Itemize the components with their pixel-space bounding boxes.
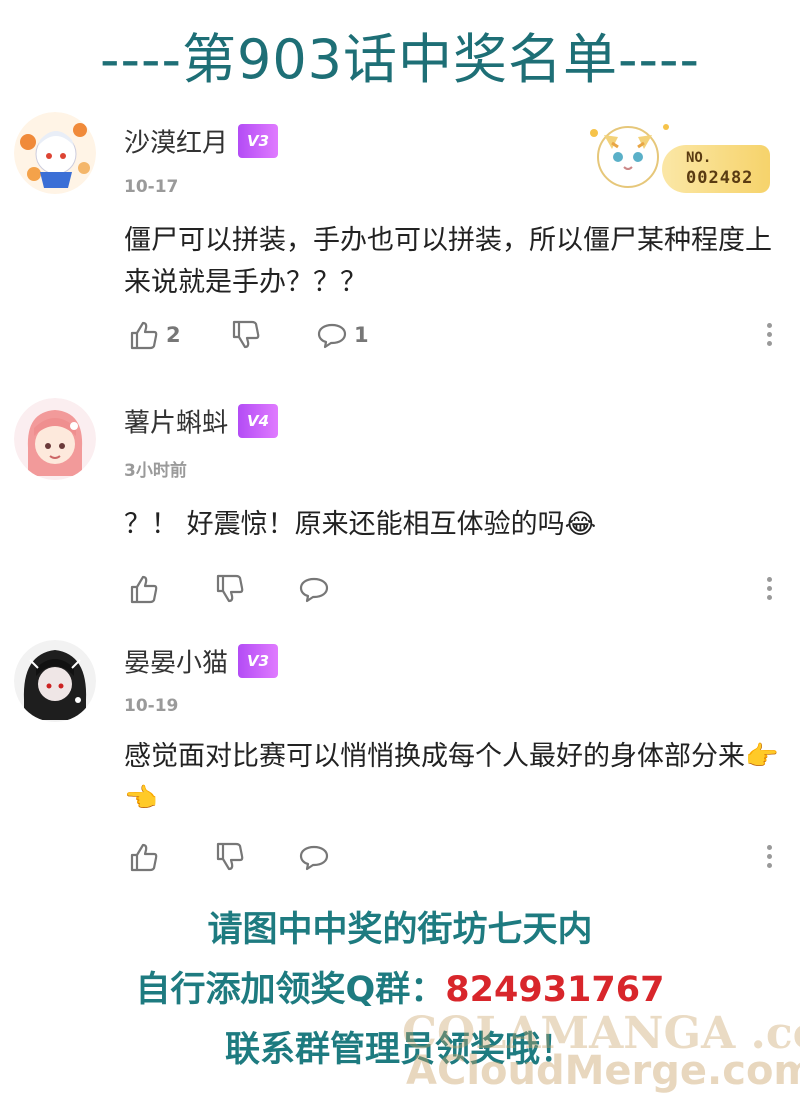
dislike-button[interactable] <box>214 572 246 606</box>
comment-bubble-icon <box>299 845 329 871</box>
avatar[interactable] <box>14 112 96 194</box>
comment-bubble-icon <box>317 323 347 349</box>
thumbs-up-icon <box>130 575 158 604</box>
comment-text: ？！ 好震惊！原来还能相互体验的吗😂 <box>124 509 597 540</box>
username-text[interactable]: 薯片蝌蚪 <box>124 409 228 439</box>
thumbs-down-icon <box>232 320 260 349</box>
watermark-acloudmerge: ACloudMerge.com <box>406 1048 800 1094</box>
more-options-icon[interactable] <box>762 320 776 350</box>
reply-button[interactable] <box>298 840 336 874</box>
thumbs-up-icon <box>130 843 158 872</box>
reply-count: 1 <box>354 323 369 347</box>
like-count: 2 <box>166 323 181 347</box>
avatar-image-icon <box>14 640 96 722</box>
username-text[interactable]: 晏晏小猫 <box>124 649 228 679</box>
reply-button[interactable]: 1 <box>316 318 369 352</box>
level-badge: V4 <box>238 404 279 438</box>
comment-bubble-icon <box>299 577 329 603</box>
page-title: ----第903话中奖名单---- <box>100 28 700 91</box>
thumbs-up-icon <box>130 321 158 350</box>
footer-line-2-prefix: 自行添加领奖Q群： <box>135 970 446 1010</box>
comment-date: 10-19 <box>124 696 179 716</box>
comment-text: 僵尸可以拼装，手办也可以拼装，所以僵尸某种程度上来说就是手办？？？ <box>124 225 772 298</box>
thumbs-down-icon <box>216 574 244 603</box>
level-badge: V3 <box>238 644 279 678</box>
dislike-button[interactable] <box>230 318 262 352</box>
username[interactable]: 沙漠红月 V3 <box>124 124 279 161</box>
dislike-button[interactable] <box>214 840 246 874</box>
fan-badge-number: 002482 <box>686 168 754 188</box>
tiger-mascot-icon <box>590 124 669 188</box>
fan-badge[interactable]: NO. 002482 <box>582 113 772 195</box>
comment-date: 10-17 <box>124 177 179 197</box>
more-options-icon[interactable] <box>762 574 776 604</box>
username-text[interactable]: 沙漠红月 <box>124 129 228 159</box>
footer-line-2: 自行添加领奖Q群：824931767 <box>0 968 800 1012</box>
username[interactable]: 晏晏小猫 V3 <box>124 644 279 681</box>
comment-date: 3小时前 <box>124 461 187 481</box>
comment-text: 感觉面对比赛可以悄悄换成每个人最好的身体部分来👉👈 <box>124 741 779 814</box>
qq-group-number[interactable]: 824931767 <box>445 970 664 1010</box>
footer-line-1: 请图中中奖的街坊七天内 <box>207 910 593 950</box>
avatar[interactable] <box>14 398 96 480</box>
reply-button[interactable] <box>298 572 336 606</box>
more-options-icon[interactable] <box>762 842 776 872</box>
like-button[interactable] <box>128 840 166 874</box>
avatar-image-icon <box>14 398 96 480</box>
like-button[interactable] <box>128 572 166 606</box>
username[interactable]: 薯片蝌蚪 V4 <box>124 404 279 441</box>
thumbs-down-icon <box>216 842 244 871</box>
avatar-image-icon <box>14 112 96 194</box>
fan-badge-prefix: NO. <box>686 150 712 166</box>
avatar[interactable] <box>14 640 96 722</box>
level-badge: V3 <box>238 124 279 158</box>
like-button[interactable]: 2 <box>128 318 181 352</box>
